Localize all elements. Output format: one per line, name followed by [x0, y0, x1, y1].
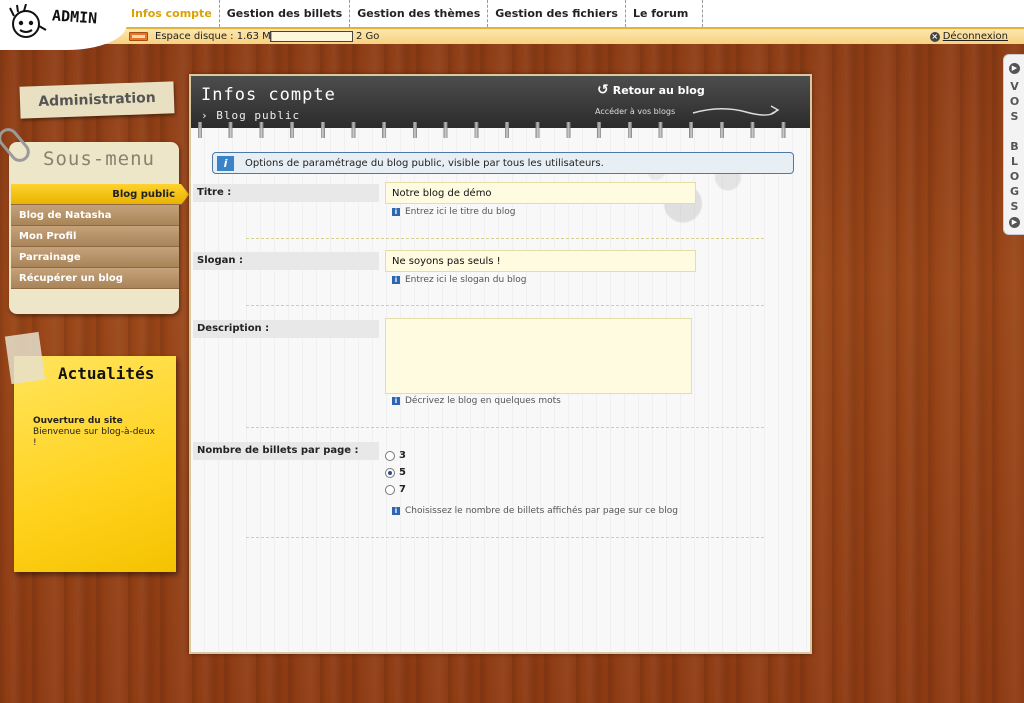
nav-item-infos-compte[interactable]: Infos compte — [124, 0, 220, 27]
administration-label: Administration — [19, 81, 175, 119]
logo[interactable]: ADMIN — [0, 0, 127, 50]
notebook-rings — [191, 122, 810, 138]
posts-per-page-option-3[interactable]: 3 — [385, 450, 406, 461]
info-icon: i — [392, 507, 400, 515]
submenu-item-blog-natasha[interactable]: Blog de Natasha — [11, 205, 179, 226]
arrow-right-icon — [692, 105, 780, 116]
separator — [246, 305, 764, 306]
disk-usage-fill — [271, 32, 272, 41]
description-hint-text: Décrivez le blog en quelques mots — [405, 396, 561, 406]
info-text: Options de paramétrage du blog public, v… — [245, 157, 604, 169]
back-to-blog-link[interactable]: ↺ Retour au blog — [597, 82, 705, 98]
undo-arrow-icon: ↺ — [597, 82, 609, 98]
radio-button[interactable] — [385, 467, 395, 478]
news-item-title: Ouverture du site — [33, 416, 123, 426]
panel-subtitle: › Blog public — [201, 109, 301, 122]
disk-usage-label: Espace disque : 1.63 Mo — [155, 31, 277, 42]
slogan-field-label: Slogan : — [193, 252, 379, 270]
play-icon: ▶ — [1009, 217, 1020, 228]
description-hint: i Décrivez le blog en quelques mots — [392, 396, 561, 406]
nav-item-gestion-themes[interactable]: Gestion des thèmes — [350, 0, 489, 27]
separator — [246, 537, 764, 538]
posts-per-page-hint: i Choisissez le nombre de billets affich… — [392, 506, 678, 516]
close-icon: × — [929, 31, 940, 42]
logout-label: Déconnexion — [942, 31, 1008, 42]
disk-max-label: 2 Go — [356, 31, 380, 42]
disk-usage-gauge — [270, 31, 353, 42]
panel-title: Infos compte — [201, 85, 336, 105]
news-item-text: Bienvenue sur blog-à-deux ! — [33, 427, 155, 448]
info-icon: i — [217, 155, 234, 171]
submenu-item-parrainage[interactable]: Parrainage — [11, 247, 179, 268]
logo-face-icon — [9, 4, 47, 38]
radio-label: 3 — [399, 450, 406, 461]
submenu-panel: Sous-menu Blog public Blog de Natasha Mo… — [0, 124, 189, 314]
slogan-hint: i Entrez ici le slogan du blog — [392, 275, 526, 285]
title-input[interactable] — [385, 182, 696, 204]
nav-item-gestion-billets[interactable]: Gestion des billets — [220, 0, 351, 27]
submenu-item-blog-public[interactable]: Blog public — [11, 184, 189, 205]
title-hint-text: Entrez ici le titre du blog — [405, 207, 516, 217]
your-blogs-tab[interactable]: ▶ V O S B L O G S ▶ — [1003, 54, 1024, 235]
disk-icon — [129, 32, 148, 41]
main-nav: Infos compte Gestion des billets Gestion… — [124, 0, 704, 27]
description-field-label: Description : — [193, 320, 379, 338]
disk-usage-bar: Espace disque : 1.63 Mo 2 Go × Déconnexi… — [0, 27, 1024, 44]
submenu-item-mon-profil[interactable]: Mon Profil — [11, 226, 179, 247]
top-bar: ADMIN Infos compte Gestion des billets G… — [0, 0, 1024, 50]
title-field-label: Titre : — [193, 184, 379, 202]
nav-item-gestion-fichiers[interactable]: Gestion des fichiers — [488, 0, 626, 27]
logo-text: ADMIN — [51, 6, 98, 28]
radio-button[interactable] — [385, 450, 395, 461]
tape-decoration — [4, 331, 46, 385]
posts-per-page-label: Nombre de billets par page : — [193, 442, 379, 460]
back-to-blog-label: Retour au blog — [612, 83, 705, 97]
your-blogs-tab-label: V O S B L O G S — [1009, 80, 1020, 213]
slogan-hint-text: Entrez ici le slogan du blog — [405, 275, 527, 285]
posts-per-page-option-5[interactable]: 5 — [385, 467, 406, 478]
description-textarea[interactable] — [385, 318, 692, 394]
info-icon: i — [392, 276, 400, 284]
radio-button[interactable] — [385, 484, 395, 495]
posts-per-page-hint-text: Choisissez le nombre de billets affichés… — [405, 506, 678, 516]
submenu-title: Sous-menu — [43, 148, 155, 170]
nav-item-forum[interactable]: Le forum — [626, 0, 704, 27]
posts-per-page-option-7[interactable]: 7 — [385, 484, 406, 495]
separator — [246, 427, 764, 428]
info-icon: i — [392, 397, 400, 405]
radio-label: 7 — [399, 484, 406, 495]
separator — [246, 238, 764, 239]
access-blogs-label[interactable]: Accéder à vos blogs — [595, 107, 675, 116]
account-info-panel: Infos compte › Blog public ↺ Retour au b… — [189, 74, 812, 654]
title-hint: i Entrez ici le titre du blog — [392, 207, 515, 217]
submenu-item-recuperer-blog[interactable]: Récupérer un blog — [11, 268, 179, 289]
paperclip-icon — [0, 124, 34, 166]
slogan-input[interactable] — [385, 250, 696, 272]
news-title: Actualités — [58, 364, 155, 383]
info-box: i Options de paramétrage du blog public,… — [212, 152, 794, 174]
submenu-list: Blog public Blog de Natasha Mon Profil P… — [11, 184, 189, 289]
panel-header: Infos compte › Blog public ↺ Retour au b… — [191, 76, 810, 128]
play-icon: ▶ — [1009, 63, 1020, 74]
news-note: Actualités Ouverture du site Bienvenue s… — [14, 356, 176, 572]
info-icon: i — [392, 208, 400, 216]
logout-link[interactable]: × Déconnexion — [929, 31, 1008, 42]
radio-label: 5 — [399, 467, 406, 478]
